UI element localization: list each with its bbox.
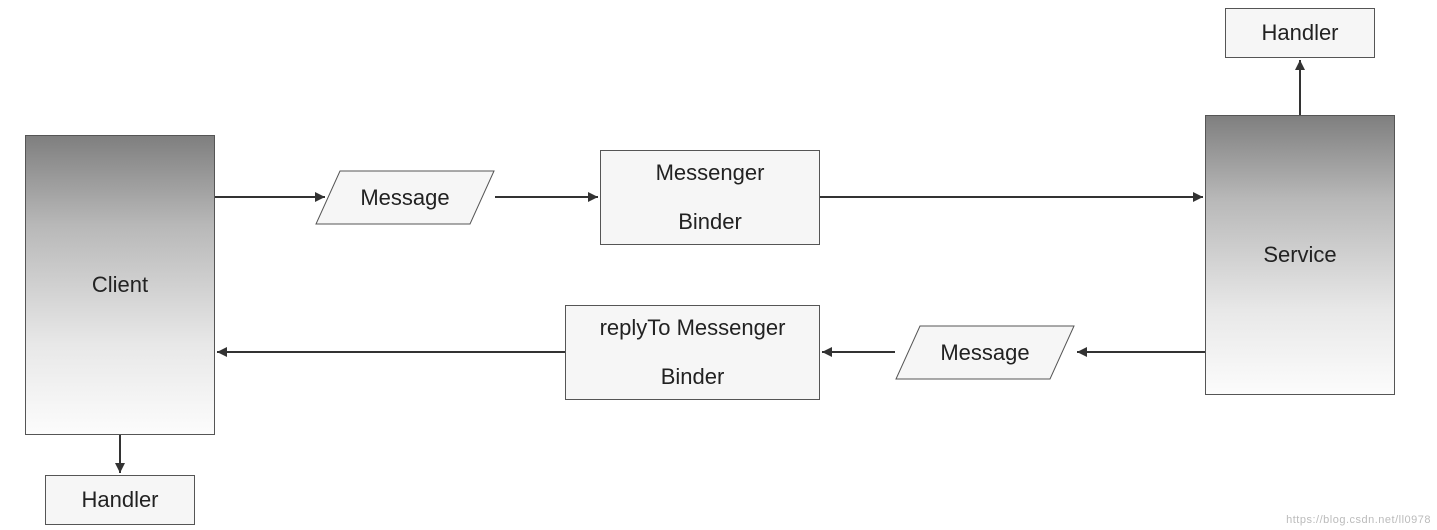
handler-top-label: Handler	[1261, 20, 1338, 46]
service-label: Service	[1263, 242, 1336, 268]
messenger-binder-box: Messenger Binder	[600, 150, 820, 245]
watermark-text: https://blog.csdn.net/ll0978	[1286, 514, 1431, 526]
client-label: Client	[92, 272, 148, 298]
message-top-box: Message	[315, 170, 495, 225]
reply-binder-line2: Binder	[661, 353, 725, 401]
handler-bottom-label: Handler	[81, 487, 158, 513]
client-box: Client	[25, 135, 215, 435]
handler-bottom-box: Handler	[45, 475, 195, 525]
messenger-binder-line1: Messenger	[656, 149, 765, 197]
service-box: Service	[1205, 115, 1395, 395]
message-bottom-box: Message	[895, 325, 1075, 380]
message-bottom-label: Message	[940, 340, 1029, 366]
reply-binder-line1: replyTo Messenger	[600, 304, 786, 352]
message-top-label: Message	[360, 185, 449, 211]
reply-messenger-binder-box: replyTo Messenger Binder	[565, 305, 820, 400]
messenger-binder-line2: Binder	[678, 198, 742, 246]
handler-top-box: Handler	[1225, 8, 1375, 58]
